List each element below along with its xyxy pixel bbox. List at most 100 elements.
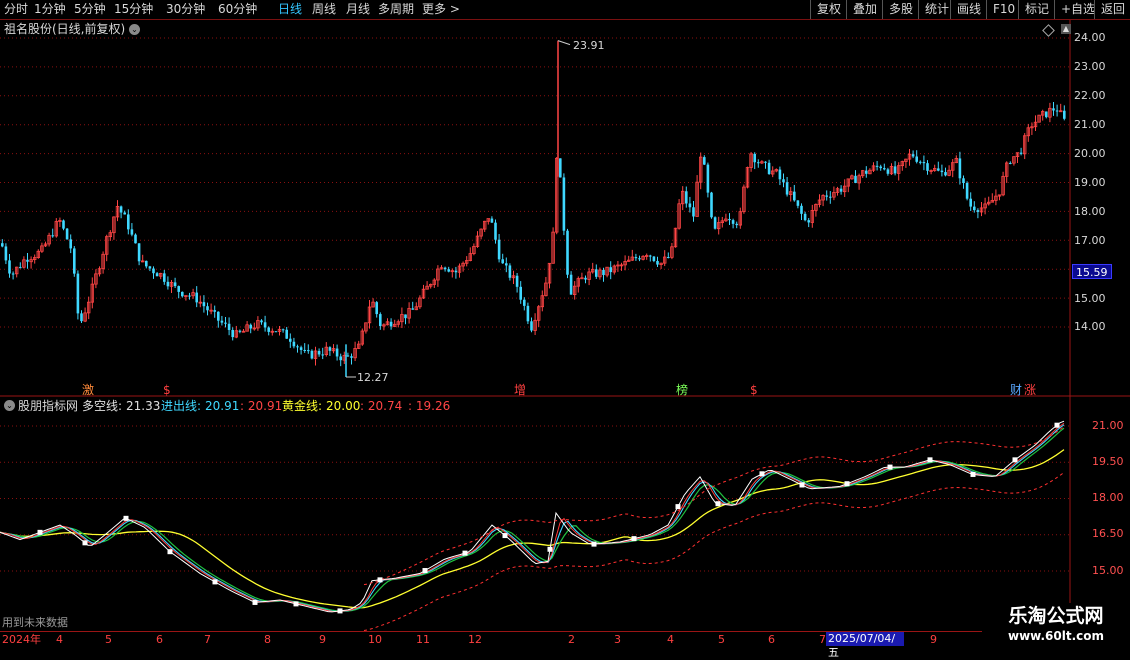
indicator-value-6: : 19.26 [408,399,451,413]
duokong-line [0,420,1065,613]
candle-body [454,270,458,273]
chevron-down-icon[interactable]: ⌄ [129,24,140,35]
candle-body [796,200,800,206]
candle-body [8,260,11,274]
candle-body [667,257,670,259]
indicator-value-5: : 20.74 [360,399,403,413]
indicator-marker [887,464,893,470]
event-marker[interactable]: 榜 [674,383,690,397]
candle-body [166,281,170,287]
candle-body [123,212,126,215]
kline-chart[interactable] [0,0,1130,650]
candle-body [875,165,879,167]
candle-body [130,229,134,235]
event-marker[interactable]: 增 [512,383,528,397]
candle-body [731,220,735,224]
candle-body [177,286,180,292]
candle-body [127,214,130,230]
candle-body [148,266,152,269]
candle-body [155,273,159,277]
candle-body [335,348,339,357]
candle-body [80,313,83,322]
candle-body [530,321,533,331]
candle-body [19,267,22,269]
candle-body [883,168,886,170]
candle-body [526,305,530,322]
indicator-marker [167,549,173,555]
candle-body [829,196,832,198]
candle-body [803,213,807,221]
candle-body [1009,162,1012,164]
candle-body [922,162,926,164]
candle-body [206,306,209,311]
price-tick: 21.00 [1074,118,1106,131]
candle-body [685,191,688,204]
candle-body [634,257,638,259]
price-tick: 24.00 [1074,31,1106,44]
huangjin-label: 黄金线: [282,399,323,413]
indicator-marker [252,599,258,605]
candle-body [688,203,692,208]
candle-body [886,169,890,174]
candle-body [713,217,717,229]
event-marker[interactable]: 涨 [1022,383,1038,397]
indicator-marker [123,515,129,521]
time-label: 2 [568,633,575,646]
price-tick: 19.00 [1074,176,1106,189]
candle-body [839,188,843,192]
time-label: 9 [319,633,326,646]
candle-body [274,331,278,333]
candle-body [494,222,497,240]
indicator-marker [844,481,850,487]
candle-body [919,161,922,163]
duokong-value: 21.33 [126,399,161,413]
candle-body [940,170,944,173]
candle-body [825,195,828,197]
indicator-marker [37,529,43,535]
event-marker[interactable]: 激 [80,383,96,397]
candle-body [757,162,760,164]
indicator-name[interactable]: 股朋指标网 [18,399,78,413]
candle-body [785,182,789,195]
candle-body [188,295,191,297]
indicator-marker [462,550,468,556]
indicator-tick: 21.00 [1092,419,1124,432]
candle-body [958,158,962,179]
candle-body [296,346,299,348]
candle-body [911,154,915,157]
candle-body [339,356,342,361]
chevron-down-icon[interactable]: ⌄ [4,400,15,411]
indicator-markers [37,422,1060,614]
candle-body [292,341,296,347]
price-tick: 17.00 [1074,234,1106,247]
candle-body [238,330,242,332]
candle-body [328,347,332,351]
duokong-label: 多空线: [82,399,123,413]
event-marker[interactable]: $ [161,383,173,397]
candle-body [145,260,148,267]
scroll-up-icon[interactable]: ▲ [1061,24,1071,34]
time-label: 5 [718,633,725,646]
indicator-lines [0,420,1065,631]
indicator-marker [927,457,933,463]
indicator-tick: 15.00 [1092,564,1124,577]
candle-body [584,277,587,280]
candle-body [389,321,393,327]
indicator-marker [377,577,383,583]
candle-body [1052,108,1055,111]
candle-body [519,286,522,300]
watermark-title: 乐淘公式网 [1008,605,1104,627]
candle-body [652,256,656,261]
candle-body [965,183,969,199]
candle-body [299,347,303,350]
candle-body [163,273,166,282]
candle-body [1063,110,1066,119]
candle-body [249,324,252,329]
candle-body [879,166,882,169]
event-marker[interactable]: $ [748,383,760,397]
gold-line [0,449,1065,609]
candle-body [65,228,69,240]
time-label: 7 [204,633,211,646]
candle-body [926,163,929,171]
candle-body [559,158,562,178]
